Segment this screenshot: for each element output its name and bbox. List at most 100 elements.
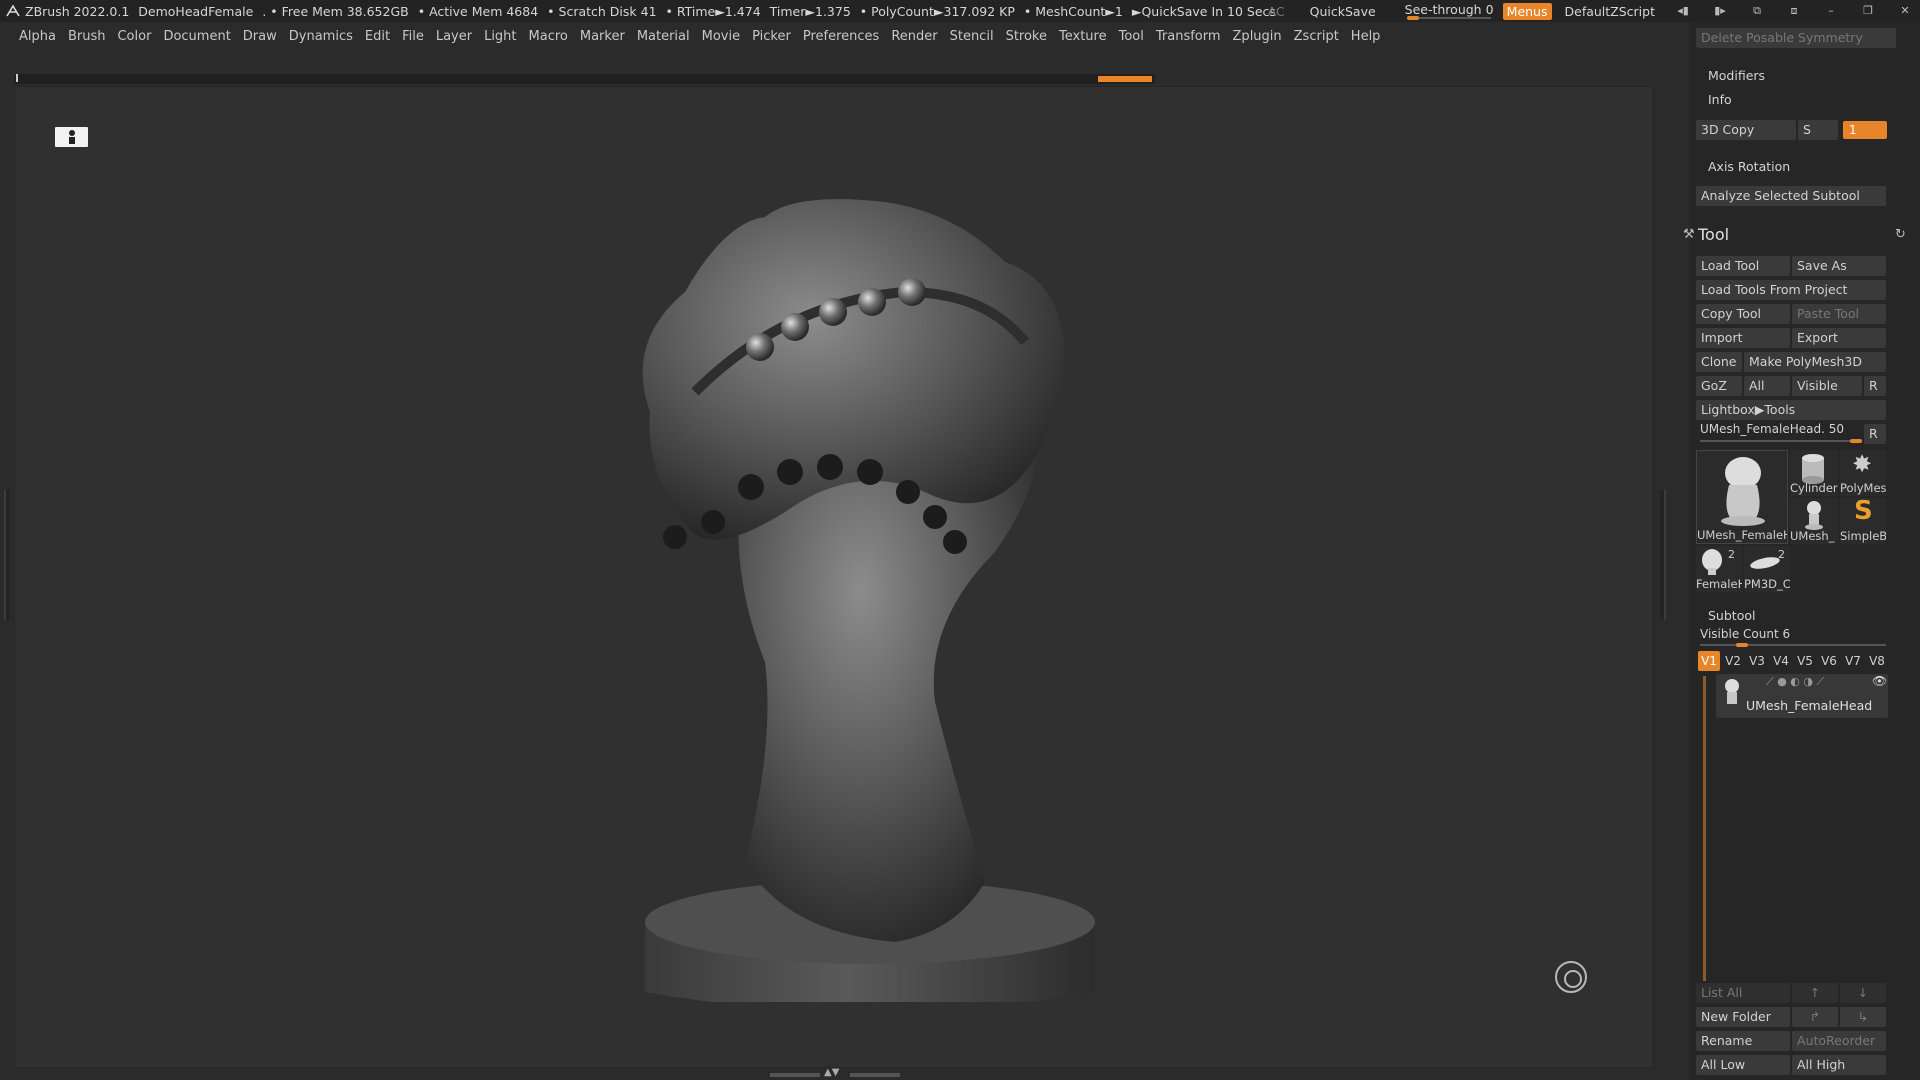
window-swap-icon[interactable]: ⧈ — [1785, 4, 1803, 18]
goz-button[interactable]: GoZ — [1696, 376, 1742, 396]
layout-prev-icon[interactable]: ◂▮ — [1674, 4, 1692, 18]
lightbox-tools-button[interactable]: Lightbox▶Tools — [1696, 400, 1886, 420]
tool-reset-icon[interactable]: ↻ — [1895, 227, 1906, 242]
v8-button[interactable]: V8 — [1866, 651, 1888, 671]
3d-copy-s-toggle[interactable]: S — [1798, 120, 1838, 140]
subtool-list-scrollbar[interactable] — [1703, 676, 1706, 981]
copy-tool-button[interactable]: Copy Tool — [1696, 304, 1790, 324]
see-through-knob[interactable] — [1406, 16, 1419, 20]
load-tool-button[interactable]: Load Tool — [1696, 256, 1790, 276]
v3-button[interactable]: V3 — [1746, 651, 1768, 671]
subtool-header[interactable]: Subtool — [1708, 608, 1755, 623]
make-polymesh3d-button[interactable]: Make PolyMesh3D — [1744, 352, 1886, 372]
menu-macro[interactable]: Macro — [529, 29, 568, 44]
tool-thumb-umesh-femalehead[interactable]: UMesh_FemaleH — [1696, 450, 1788, 544]
3d-copy-button[interactable]: 3D Copy — [1696, 120, 1796, 140]
menu-tool[interactable]: Tool — [1119, 29, 1144, 44]
camera-gizmo-icon[interactable] — [1555, 961, 1587, 993]
bottom-tray-handle[interactable]: ▲▼ — [770, 1067, 900, 1080]
save-as-button[interactable]: Save As — [1792, 256, 1886, 276]
axis-rotation-header[interactable]: Axis Rotation — [1708, 159, 1790, 174]
analyze-selected-subtool-button[interactable]: Analyze Selected Subtool — [1696, 186, 1886, 206]
menu-color[interactable]: Color — [117, 29, 151, 44]
menu-file[interactable]: File — [402, 29, 424, 44]
menu-alpha[interactable]: Alpha — [19, 29, 56, 44]
list-all-button[interactable]: List All — [1696, 983, 1790, 1003]
window-layout-icon[interactable]: ⧉ — [1748, 4, 1766, 18]
all-high-button[interactable]: All High — [1792, 1055, 1886, 1075]
goz-r-button[interactable]: R — [1864, 376, 1886, 396]
menu-zscript[interactable]: Zscript — [1294, 29, 1339, 44]
load-tools-from-project-button[interactable]: Load Tools From Project — [1696, 280, 1886, 300]
left-tray-handle[interactable] — [4, 490, 10, 620]
v7-button[interactable]: V7 — [1842, 651, 1864, 671]
menu-material[interactable]: Material — [637, 29, 690, 44]
v4-button[interactable]: V4 — [1770, 651, 1792, 671]
visible-count-knob[interactable] — [1736, 643, 1748, 647]
visible-count-slider[interactable]: Visible Count 6 — [1700, 627, 1790, 641]
floor-grid-toggle-button[interactable] — [55, 127, 88, 147]
subtool-row-umesh-femalehead[interactable]: ⟋ ● ◐ ◑ ⟋ 👁 UMesh_FemaleHead — [1716, 674, 1888, 718]
clone-button[interactable]: Clone — [1696, 352, 1742, 372]
import-button[interactable]: Import — [1696, 328, 1790, 348]
tool-thumb-polymesh[interactable]: ✸ PolyMes — [1840, 450, 1886, 496]
menu-edit[interactable]: Edit — [365, 29, 390, 44]
menu-preferences[interactable]: Preferences — [803, 29, 879, 44]
info-header[interactable]: Info — [1708, 92, 1732, 107]
menus-toggle[interactable]: Menus — [1502, 2, 1552, 20]
move-up-arrow-icon[interactable]: ↑ — [1792, 983, 1838, 1003]
autoreorder-button[interactable]: AutoReorder — [1792, 1031, 1886, 1051]
modifiers-header[interactable]: Modifiers — [1708, 68, 1765, 83]
goz-all-button[interactable]: All — [1744, 376, 1790, 396]
layout-next-icon[interactable]: ▮▸ — [1711, 4, 1729, 18]
menu-movie[interactable]: Movie — [702, 29, 740, 44]
paste-tool-button[interactable]: Paste Tool — [1792, 304, 1886, 324]
rename-button[interactable]: Rename — [1696, 1031, 1790, 1051]
tool-pin-icon[interactable]: ⚒ — [1683, 227, 1697, 242]
menu-zplugin[interactable]: Zplugin — [1233, 29, 1282, 44]
current-tool-slider-knob[interactable] — [1850, 439, 1862, 443]
tool-thumb-pm3d[interactable]: 2 PM3D_C — [1744, 546, 1790, 592]
menu-marker[interactable]: Marker — [580, 29, 625, 44]
menu-document[interactable]: Document — [163, 29, 230, 44]
quicksave-button[interactable]: QuickSave — [1310, 4, 1376, 19]
right-tray-handle[interactable] — [1660, 490, 1666, 620]
export-button[interactable]: Export — [1792, 328, 1886, 348]
menu-layer[interactable]: Layer — [436, 29, 472, 44]
all-low-button[interactable]: All Low — [1696, 1055, 1790, 1075]
sculpted-head-model[interactable] — [625, 142, 1115, 1002]
menu-light[interactable]: Light — [484, 29, 516, 44]
subtool-visibility-eye-icon[interactable]: 👁 — [1872, 674, 1887, 688]
close-icon[interactable]: ✕ — [1896, 4, 1914, 18]
restore-icon[interactable]: ❐ — [1859, 4, 1877, 18]
tool-thumb-cylinder[interactable]: Cylinder — [1790, 450, 1838, 496]
timeline-strip[interactable] — [14, 74, 1155, 84]
minimize-icon[interactable]: – — [1822, 4, 1840, 18]
menu-picker[interactable]: Picker — [752, 29, 791, 44]
menu-draw[interactable]: Draw — [243, 29, 277, 44]
ac-toggle[interactable]: AC — [1268, 4, 1285, 19]
3d-copy-value-field[interactable]: 1 — [1843, 121, 1887, 139]
move-down-arrow-icon[interactable]: ↓ — [1840, 983, 1886, 1003]
folder-out-icon[interactable]: ↳ — [1840, 1007, 1886, 1027]
folder-move-icon[interactable]: ↱ — [1792, 1007, 1838, 1027]
new-folder-button[interactable]: New Folder — [1696, 1007, 1790, 1027]
delete-posable-symmetry-button[interactable]: Delete Posable Symmetry — [1696, 28, 1896, 48]
v5-button[interactable]: V5 — [1794, 651, 1816, 671]
v1-button[interactable]: V1 — [1698, 651, 1720, 671]
tool-thumb-femalehead[interactable]: 2 FemaleH — [1696, 546, 1742, 592]
tool-thumb-simplebrush[interactable]: S SimpleB — [1840, 498, 1886, 544]
default-zscript-button[interactable]: DefaultZScript — [1565, 4, 1656, 19]
document-viewport[interactable] — [14, 86, 1654, 1068]
current-tool-r-button[interactable]: R — [1864, 424, 1886, 444]
tool-palette-title[interactable]: Tool — [1698, 225, 1729, 244]
menu-render[interactable]: Render — [891, 29, 937, 44]
v2-button[interactable]: V2 — [1722, 651, 1744, 671]
menu-stencil[interactable]: Stencil — [950, 29, 994, 44]
goz-visible-button[interactable]: Visible — [1792, 376, 1862, 396]
v6-button[interactable]: V6 — [1818, 651, 1840, 671]
menu-texture[interactable]: Texture — [1059, 29, 1107, 44]
current-tool-slider-label[interactable]: UMesh_FemaleHead. 50 — [1700, 422, 1844, 436]
menu-brush[interactable]: Brush — [68, 29, 106, 44]
menu-transform[interactable]: Transform — [1156, 29, 1221, 44]
